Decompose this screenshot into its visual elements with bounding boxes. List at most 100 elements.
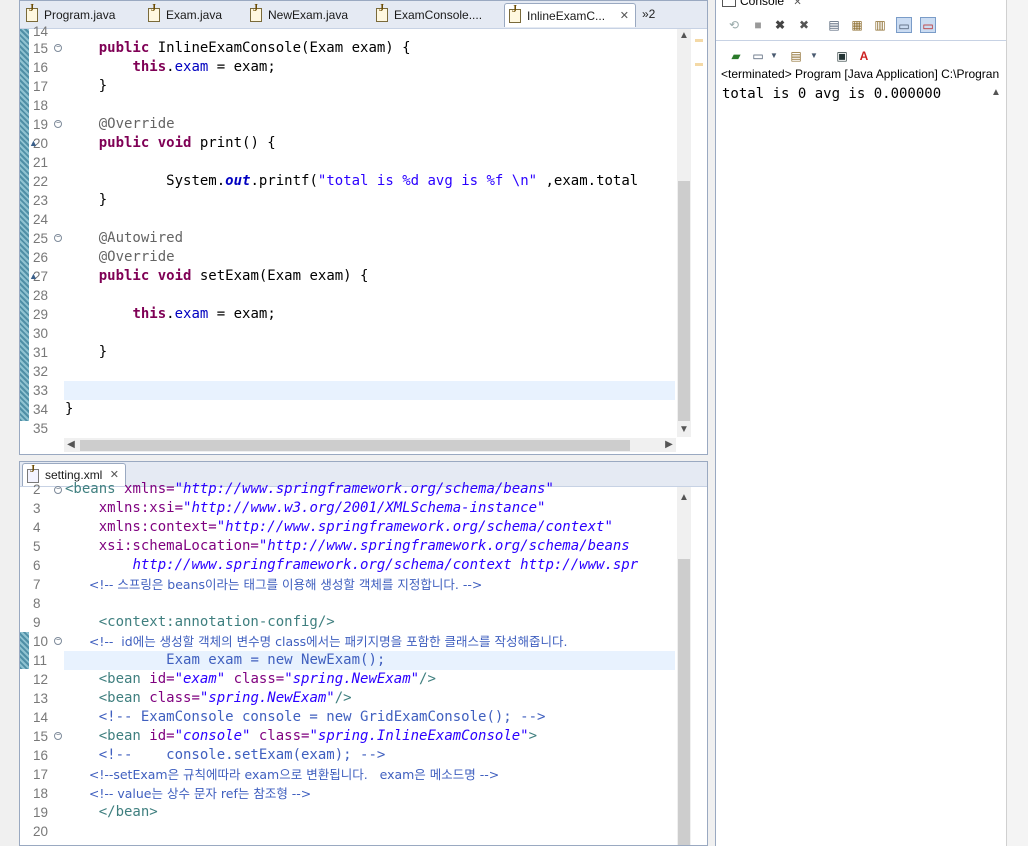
line-number: 9 bbox=[33, 615, 41, 630]
line-number: 17 bbox=[33, 767, 49, 782]
console-vertical-scrollbar[interactable]: ▲ bbox=[989, 84, 1003, 846]
code-line: <!-- ExamConsole console = new GridExamC… bbox=[98, 709, 546, 725]
code-line: <!-- id에는 생성할 객체의 변수명 class에서는 패키지명을 포함한… bbox=[88, 634, 568, 649]
line-number: 10 bbox=[33, 634, 49, 649]
code-line: <!-- 스프링은 beans이라는 태그를 이용해 생성할 객체를 지정합니다… bbox=[88, 577, 483, 592]
line-number: 3 bbox=[33, 501, 41, 516]
line-number: 16 bbox=[33, 748, 49, 763]
xml-editor-pane: setting.xml ✕ 2 3 4 5 6 7 8 9 10 11 12 1… bbox=[19, 461, 708, 846]
fold-toggle-icon[interactable]: − bbox=[54, 486, 62, 494]
scrollbar-thumb[interactable] bbox=[678, 181, 690, 421]
code-line: } bbox=[65, 401, 74, 417]
code-line: @Override bbox=[98, 249, 175, 265]
console-status: <terminated> Program [Java Application] … bbox=[721, 67, 1000, 81]
scroll-down-icon[interactable]: ▼ bbox=[677, 423, 691, 437]
close-tab-icon[interactable]: ✕ bbox=[620, 4, 629, 27]
code-line: @Override bbox=[98, 116, 175, 132]
code-line: System.out.printf("total is %d avg is %f… bbox=[166, 173, 639, 189]
pin-console-icon[interactable]: ▰ bbox=[728, 48, 744, 64]
terminate-icon[interactable]: ■ bbox=[750, 17, 766, 33]
change-ruler bbox=[20, 29, 29, 421]
show-on-output-icon[interactable]: ▭ bbox=[896, 17, 912, 33]
java-editor-tabbar: Program.java Exam.java NewExam.java Exam… bbox=[20, 1, 707, 29]
code-line: xmlns:xsi="http://www.w3.org/2001/XMLSch… bbox=[98, 500, 546, 516]
code-line: <!--setExam은 규칙에따라 exam으로 변환됩니다. exam은 메… bbox=[88, 767, 500, 782]
show-on-error-icon[interactable]: ▭ bbox=[920, 17, 936, 33]
display-console-icon[interactable]: ▭ bbox=[750, 48, 766, 64]
ant-icon[interactable]: A bbox=[856, 48, 872, 64]
toolbar-divider bbox=[716, 40, 1028, 41]
scrollbar-thumb[interactable] bbox=[80, 440, 630, 451]
overview-ruler-mark[interactable] bbox=[695, 63, 703, 66]
tab-exam-java[interactable]: Exam.java bbox=[144, 3, 244, 27]
code-line: <!-- console.setExam(exam); --> bbox=[98, 747, 386, 763]
line-number: 8 bbox=[33, 596, 41, 611]
remove-launch-icon[interactable]: ✖ bbox=[772, 17, 788, 33]
line-number: 13 bbox=[33, 691, 49, 706]
code-line: <bean class="spring.NewExam"/> bbox=[98, 690, 352, 706]
current-line-highlight bbox=[64, 381, 675, 400]
fold-toggle-icon[interactable]: − bbox=[54, 120, 62, 128]
code-line: xmlns:context="http://www.springframewor… bbox=[98, 519, 613, 535]
line-number: 23 bbox=[33, 193, 49, 208]
code-line: <bean id="exam" class="spring.NewExam"/> bbox=[98, 671, 436, 687]
java-vertical-scrollbar[interactable]: ▲ ▼ bbox=[677, 29, 691, 437]
line-number: 29 bbox=[33, 307, 49, 322]
line-number: 18 bbox=[33, 786, 49, 801]
java-editor-pane: Program.java Exam.java NewExam.java Exam… bbox=[19, 0, 708, 455]
java-file-icon bbox=[250, 3, 262, 22]
open-console-icon[interactable]: ▤ bbox=[788, 48, 804, 64]
scroll-up-icon[interactable]: ▲ bbox=[677, 29, 691, 43]
scroll-up-icon[interactable]: ▲ bbox=[677, 491, 691, 505]
chevron-down-icon[interactable]: ▼ bbox=[766, 48, 782, 64]
code-line: } bbox=[98, 344, 108, 360]
tab-newexam-java[interactable]: NewExam.java bbox=[246, 3, 370, 27]
console-side-strip bbox=[1006, 0, 1028, 846]
properties-icon[interactable]: ▣ bbox=[834, 48, 850, 64]
scroll-lock-icon[interactable]: ▦ bbox=[849, 17, 865, 33]
remove-all-icon[interactable]: ✖ bbox=[796, 17, 812, 33]
fold-toggle-icon[interactable]: − bbox=[54, 732, 62, 740]
code-line: <!-- value는 상수 문자 ref는 참조형 --> bbox=[88, 786, 312, 801]
scroll-up-icon[interactable]: ▲ bbox=[989, 86, 1003, 100]
java-file-icon bbox=[376, 3, 388, 22]
clear-console-icon[interactable]: ▤ bbox=[826, 17, 842, 33]
console-pane: Console ✕ ⟲ ■ ✖ ✖ ▤ ▦ ▥ ▭ ▭ ▰ ▭ ▼ ▤ ▼ ▣ … bbox=[715, 0, 1028, 846]
console-tab[interactable]: Console ✕ bbox=[722, 0, 802, 8]
line-number: 12 bbox=[33, 672, 49, 687]
overview-ruler-mark[interactable] bbox=[695, 39, 703, 42]
java-horizontal-scrollbar[interactable]: ◀ ▶ bbox=[64, 438, 676, 452]
line-number: 21 bbox=[33, 155, 49, 170]
line-number: 24 bbox=[33, 212, 49, 227]
line-number: 5 bbox=[33, 539, 41, 554]
line-number: 16 bbox=[33, 60, 49, 75]
line-number: 28 bbox=[33, 288, 49, 303]
line-number: 22 bbox=[33, 174, 49, 189]
line-number: 20 bbox=[33, 824, 49, 839]
fold-toggle-icon[interactable]: − bbox=[54, 44, 62, 52]
code-line: public void print() { bbox=[98, 135, 276, 151]
override-marker-icon: ▲ bbox=[29, 138, 38, 148]
line-number: 35 bbox=[33, 421, 49, 436]
word-wrap-icon[interactable]: ▥ bbox=[872, 17, 888, 33]
close-tab-icon[interactable]: ✕ bbox=[793, 0, 801, 8]
java-file-icon bbox=[26, 3, 38, 22]
chevron-down-icon[interactable]: ▼ bbox=[806, 48, 822, 64]
line-number: 2 bbox=[33, 482, 41, 497]
code-line: this.exam = exam; bbox=[132, 59, 276, 75]
scroll-right-icon[interactable]: ▶ bbox=[662, 438, 676, 452]
scroll-left-icon[interactable]: ◀ bbox=[64, 438, 78, 452]
xml-vertical-scrollbar[interactable]: ▲ bbox=[677, 487, 691, 845]
change-ruler bbox=[20, 632, 29, 669]
code-line: } bbox=[98, 192, 108, 208]
override-marker-icon: ▲ bbox=[29, 271, 38, 281]
tab-examconsole-java[interactable]: ExamConsole.... bbox=[372, 3, 502, 27]
fold-toggle-icon[interactable]: − bbox=[54, 234, 62, 242]
link-icon[interactable]: ⟲ bbox=[726, 17, 742, 33]
tab-inlineexamconsole-java[interactable]: InlineExamC... ✕ bbox=[504, 3, 636, 27]
line-number: 17 bbox=[33, 79, 49, 94]
fold-toggle-icon[interactable]: − bbox=[54, 637, 62, 645]
tab-overflow-button[interactable]: »2 bbox=[642, 3, 655, 27]
scrollbar-thumb[interactable] bbox=[678, 559, 690, 845]
code-line: <beans xmlns="http://www.springframework… bbox=[65, 481, 554, 497]
